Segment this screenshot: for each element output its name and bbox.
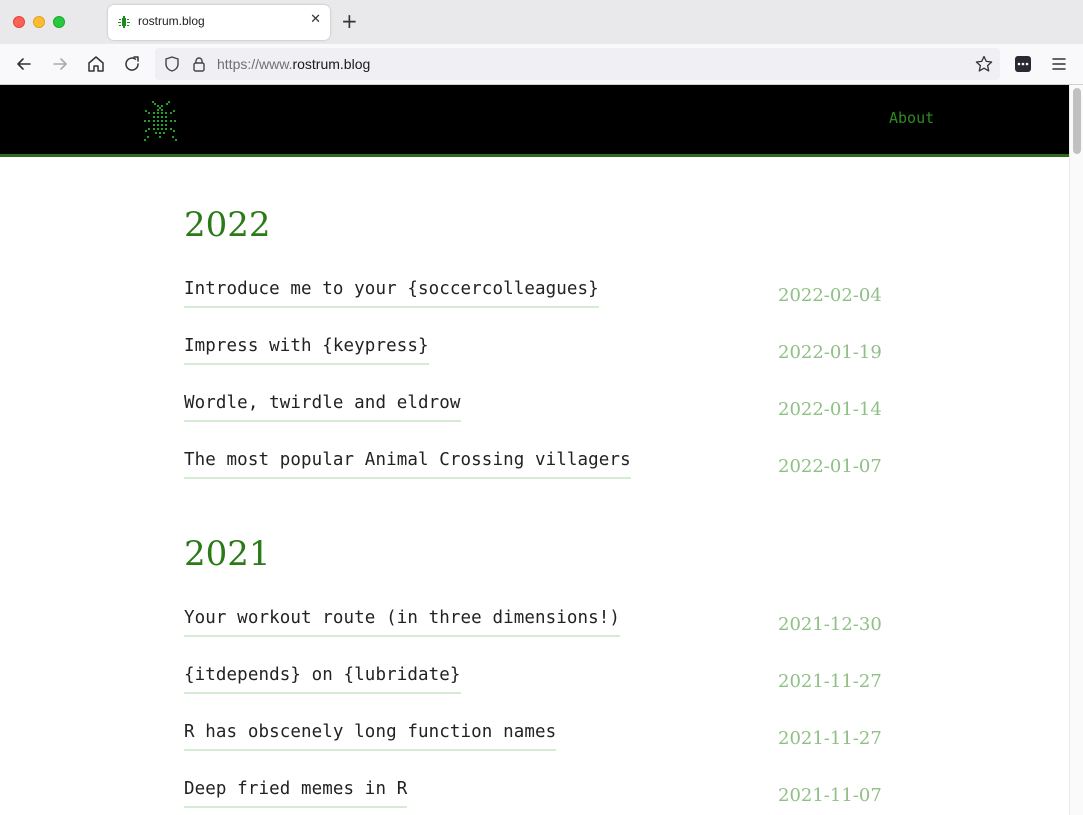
- browser-tab-bar: rostrum.blog ✕ +: [0, 0, 1083, 44]
- post-link[interactable]: Impress with {keypress}: [184, 336, 429, 365]
- post-link[interactable]: Introduce me to your {soccercolleagues}: [184, 279, 599, 308]
- menu-hamburger-icon[interactable]: [1049, 54, 1069, 74]
- post-link[interactable]: R has obscenely long function names: [184, 722, 557, 751]
- page-scrollbar[interactable]: [1069, 85, 1083, 815]
- shield-icon[interactable]: [163, 55, 181, 73]
- reload-icon[interactable]: [122, 54, 142, 74]
- post-date: 2022-02-04: [778, 285, 882, 306]
- minimize-window-button[interactable]: [33, 16, 45, 28]
- tab-title: rostrum.blog: [138, 14, 205, 28]
- bug-favicon-icon: [118, 16, 130, 28]
- post-date: 2022-01-07: [778, 456, 882, 477]
- post-date: 2022-01-19: [778, 342, 882, 363]
- post-date: 2022-01-14: [778, 399, 882, 420]
- scrollbar-thumb[interactable]: [1073, 88, 1081, 154]
- new-tab-button[interactable]: +: [341, 9, 358, 33]
- bug-logo-icon[interactable]: [140, 99, 182, 143]
- post-link[interactable]: Deep fried memes in R: [184, 779, 408, 808]
- post-link[interactable]: Your workout route (in three dimensions!…: [184, 608, 621, 637]
- about-link[interactable]: About: [889, 109, 934, 127]
- year-heading-2021: 2021: [184, 534, 271, 574]
- back-arrow-icon[interactable]: [14, 54, 34, 74]
- extension-icon[interactable]: [1013, 54, 1033, 74]
- post-link[interactable]: {itdepends} on {lubridate}: [184, 665, 461, 694]
- post-date: 2021-11-07: [778, 785, 882, 806]
- post-date: 2021-11-27: [778, 728, 882, 749]
- lock-icon[interactable]: [190, 55, 208, 73]
- post-link[interactable]: Wordle, twirdle and eldrow: [184, 393, 461, 422]
- address-bar[interactable]: https://www.rostrum.blog: [155, 48, 1000, 80]
- bookmark-star-icon[interactable]: [974, 54, 994, 74]
- forward-arrow-icon[interactable]: [50, 54, 70, 74]
- home-icon[interactable]: [86, 54, 106, 74]
- post-date: 2021-12-30: [778, 614, 882, 635]
- close-window-button[interactable]: [13, 16, 25, 28]
- tab-close-icon[interactable]: ✕: [310, 12, 321, 27]
- url-text[interactable]: https://www.rostrum.blog: [217, 56, 370, 72]
- post-date: 2021-11-27: [778, 671, 882, 692]
- post-link[interactable]: The most popular Animal Crossing village…: [184, 450, 631, 479]
- site-header: About: [0, 85, 1069, 157]
- browser-nav-bar: https://www.rostrum.blog: [0, 44, 1083, 85]
- maximize-window-button[interactable]: [53, 16, 65, 28]
- url-prefix: https://www.: [217, 56, 293, 72]
- browser-tab[interactable]: rostrum.blog ✕: [108, 5, 330, 40]
- year-heading-2022: 2022: [184, 205, 271, 245]
- url-domain: rostrum.blog: [292, 56, 371, 72]
